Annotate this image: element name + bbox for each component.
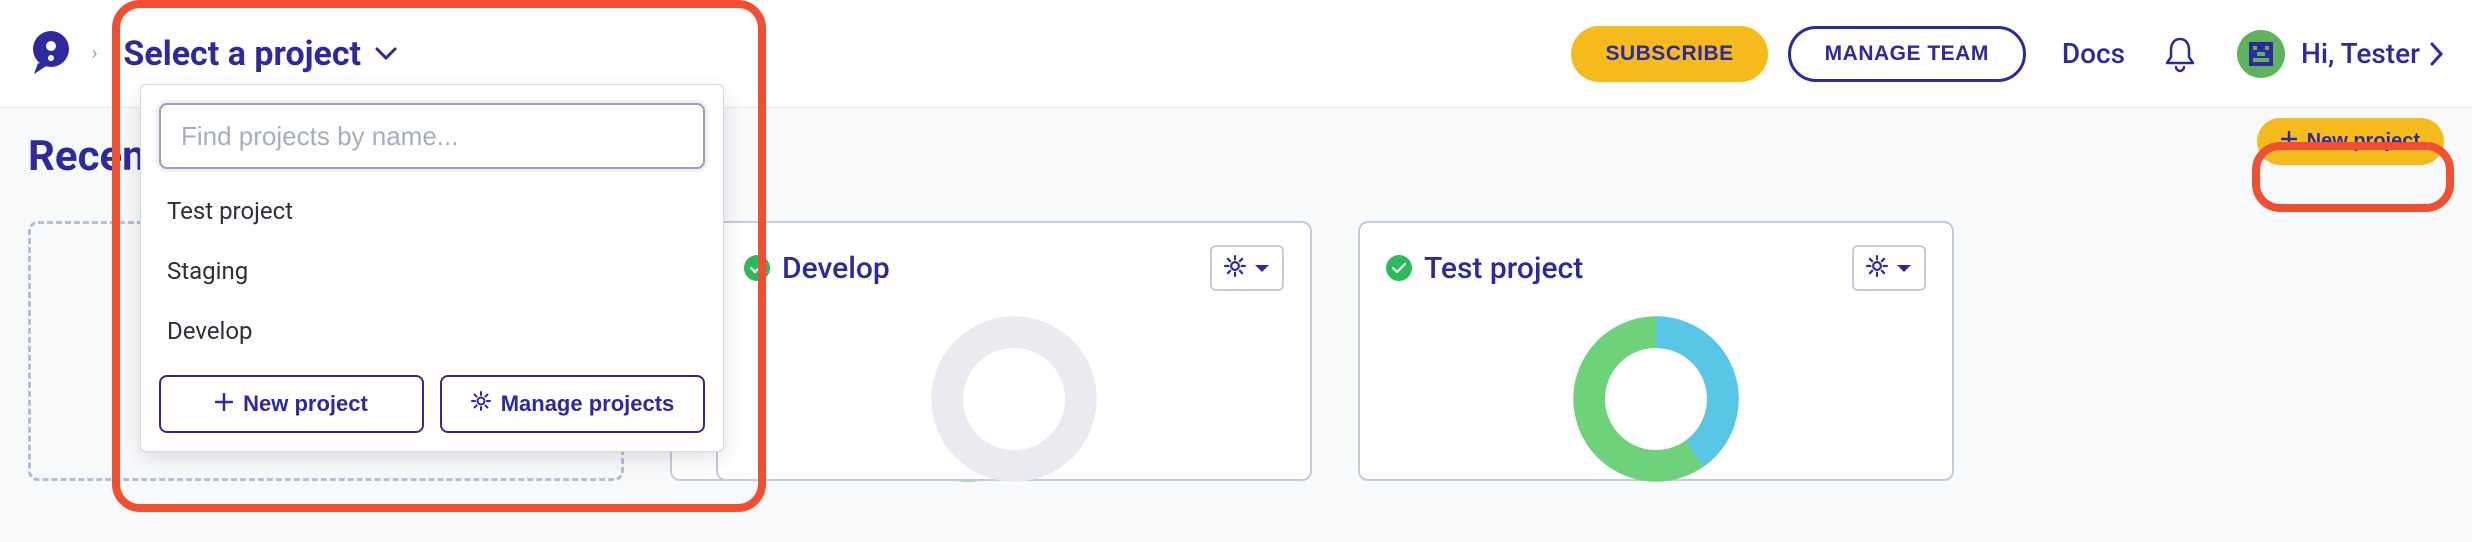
- user-greeting: Hi, Tester: [2301, 37, 2420, 70]
- project-card[interactable]: Develop: [716, 221, 1312, 481]
- plus-icon: [215, 391, 233, 417]
- donut-chart: [1568, 311, 1744, 487]
- manage-team-label: MANAGE TEAM: [1825, 42, 1989, 66]
- docs-label: Docs: [2062, 37, 2125, 70]
- new-project-label: New project: [2307, 130, 2420, 153]
- gear-icon: [1224, 255, 1246, 281]
- dropdown-new-project-button[interactable]: New project: [159, 375, 424, 433]
- project-dropdown: Test project Staging Develop New project…: [140, 84, 724, 452]
- project-dropdown-list: Test project Staging Develop: [159, 181, 705, 361]
- project-selector[interactable]: Select a project: [107, 26, 413, 82]
- project-option[interactable]: Test project: [159, 181, 705, 241]
- project-option[interactable]: Staging: [159, 241, 705, 301]
- plus-icon: [2281, 130, 2297, 153]
- gear-icon: [1866, 255, 1888, 281]
- caret-down-icon: [1896, 259, 1912, 278]
- dropdown-manage-projects-label: Manage projects: [501, 391, 675, 417]
- project-search-input[interactable]: [159, 103, 705, 169]
- caret-down-icon: [1254, 259, 1270, 278]
- project-card-title: Develop: [782, 251, 890, 286]
- manage-team-button[interactable]: MANAGE TEAM: [1788, 26, 2026, 82]
- user-menu[interactable]: Hi, Tester: [2237, 30, 2444, 78]
- app-logo[interactable]: [28, 29, 78, 79]
- docs-link[interactable]: Docs: [2062, 37, 2125, 70]
- gear-icon: [471, 391, 491, 417]
- subscribe-button[interactable]: SUBSCRIBE: [1571, 26, 1767, 82]
- new-project-button[interactable]: New project: [2257, 118, 2444, 165]
- project-option[interactable]: Develop: [159, 301, 705, 361]
- subscribe-label: SUBSCRIBE: [1605, 42, 1733, 66]
- dropdown-manage-projects-button[interactable]: Manage projects: [440, 375, 705, 433]
- chevron-down-icon: [375, 47, 397, 61]
- card-settings-button[interactable]: [1210, 245, 1284, 291]
- project-selector-label: Select a project: [123, 34, 361, 74]
- project-card-title: Test project: [1424, 251, 1583, 286]
- breadcrumb-separator: ›: [92, 43, 97, 64]
- card-settings-button[interactable]: [1852, 245, 1926, 291]
- notifications-bell-icon[interactable]: [2163, 35, 2197, 73]
- donut-chart: [926, 311, 1102, 487]
- status-ok-icon: [1386, 255, 1412, 281]
- project-card[interactable]: Test project: [1358, 221, 1954, 481]
- user-avatar: [2237, 30, 2285, 78]
- status-ok-icon: [744, 255, 770, 281]
- dropdown-new-project-label: New project: [243, 391, 368, 417]
- chevron-right-icon: [2430, 42, 2444, 66]
